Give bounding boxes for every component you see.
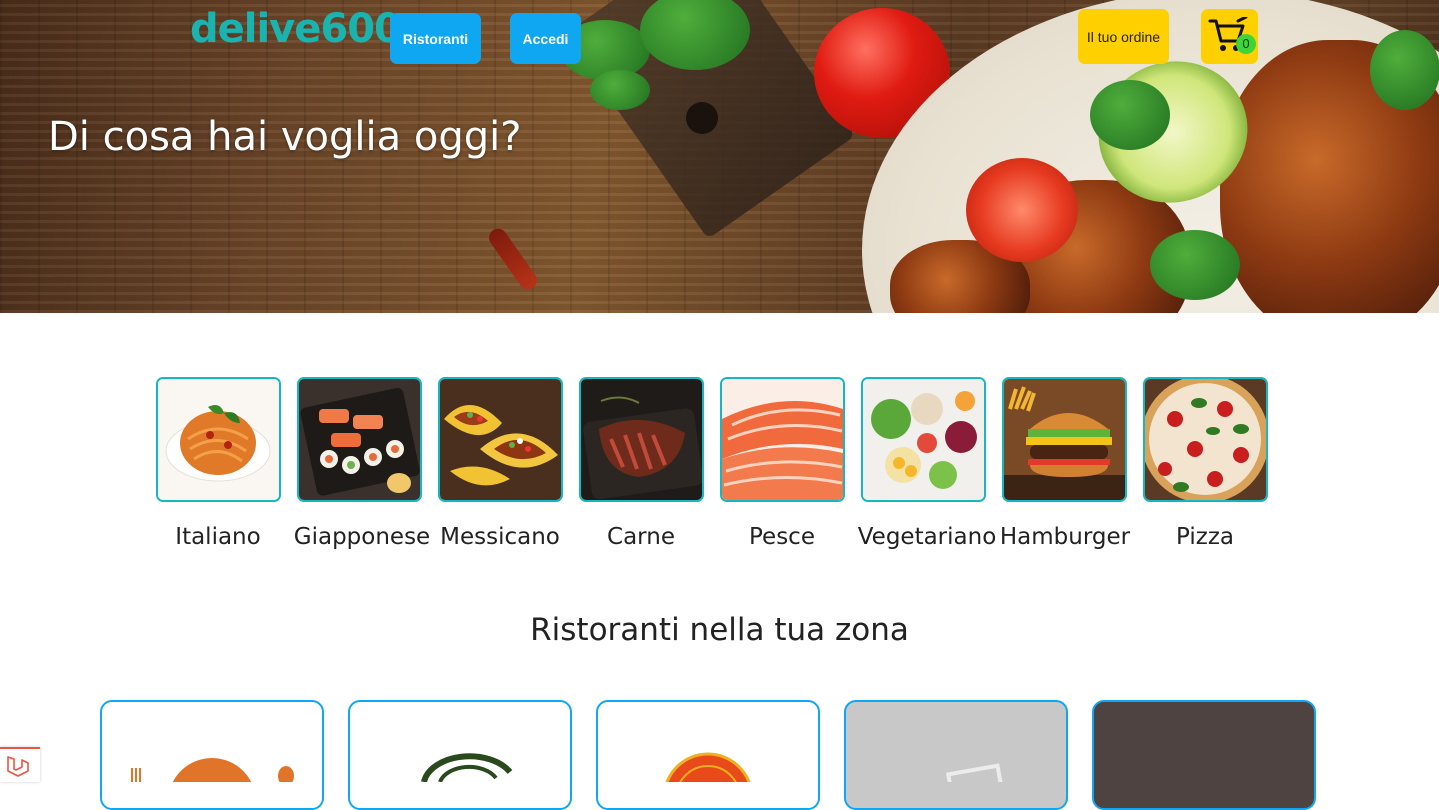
- restaurants-section-title: Ristoranti nella tua zona: [530, 612, 909, 648]
- restaurant-card[interactable]: [844, 700, 1068, 810]
- burger-image: [1004, 379, 1125, 500]
- category-vegetariano[interactable]: [861, 377, 986, 502]
- restaurant-card[interactable]: [1092, 700, 1316, 810]
- tacos-image: [440, 379, 561, 500]
- category-label-carne: Carne: [607, 524, 675, 550]
- laravel-debug-badge[interactable]: [0, 747, 40, 782]
- pizza-image: [1145, 379, 1266, 500]
- category-label-vegetariano: Vegetariano: [857, 524, 997, 550]
- salmon-image: [722, 379, 843, 500]
- category-italiano[interactable]: [156, 377, 281, 502]
- steak-image: [581, 379, 702, 500]
- category-giapponese[interactable]: [297, 377, 422, 502]
- category-hamburger[interactable]: [1002, 377, 1127, 502]
- category-label-hamburger: Hamburger: [999, 524, 1131, 550]
- category-label-messicano: Messicano: [440, 524, 560, 550]
- brand-logo[interactable]: delive600: [190, 6, 402, 52]
- category-label-giapponese: Giapponese: [293, 524, 431, 550]
- restaurants-button[interactable]: Ristoranti: [390, 13, 481, 64]
- sushi-image: [299, 379, 420, 500]
- login-button[interactable]: Accedi: [510, 13, 581, 64]
- category-pizza[interactable]: [1143, 377, 1268, 502]
- restaurant-image-placeholder: [945, 763, 1006, 807]
- restaurant-logo: [131, 758, 294, 808]
- category-pesce[interactable]: [720, 377, 845, 502]
- parsley-decoration: [1090, 80, 1170, 150]
- cart-count-badge: 0: [1236, 34, 1256, 54]
- your-order-button[interactable]: Il tuo ordine: [1078, 9, 1169, 64]
- restaurant-card[interactable]: [348, 700, 572, 810]
- pasta-image: [158, 379, 279, 500]
- chili-decoration: [485, 225, 541, 293]
- category-label-pesce: Pesce: [749, 524, 815, 550]
- salad-image: [863, 379, 984, 500]
- category-carne[interactable]: [579, 377, 704, 502]
- parsley-decoration: [1150, 230, 1240, 300]
- hero-title: Di cosa hai voglia oggi?: [48, 114, 522, 160]
- board-hole-decoration: [686, 102, 718, 134]
- parsley-decoration: [590, 70, 650, 110]
- laravel-icon: [7, 756, 29, 777]
- restaurant-card[interactable]: [100, 700, 324, 810]
- parsley-decoration: [1370, 30, 1439, 110]
- restaurant-logo: [421, 753, 513, 783]
- restaurant-logo: [662, 752, 754, 808]
- category-label-pizza: Pizza: [1176, 524, 1234, 550]
- category-label-italiano: Italiano: [175, 524, 261, 550]
- category-messicano[interactable]: [438, 377, 563, 502]
- tomato-slice-decoration: [966, 158, 1078, 262]
- restaurant-card[interactable]: [596, 700, 820, 810]
